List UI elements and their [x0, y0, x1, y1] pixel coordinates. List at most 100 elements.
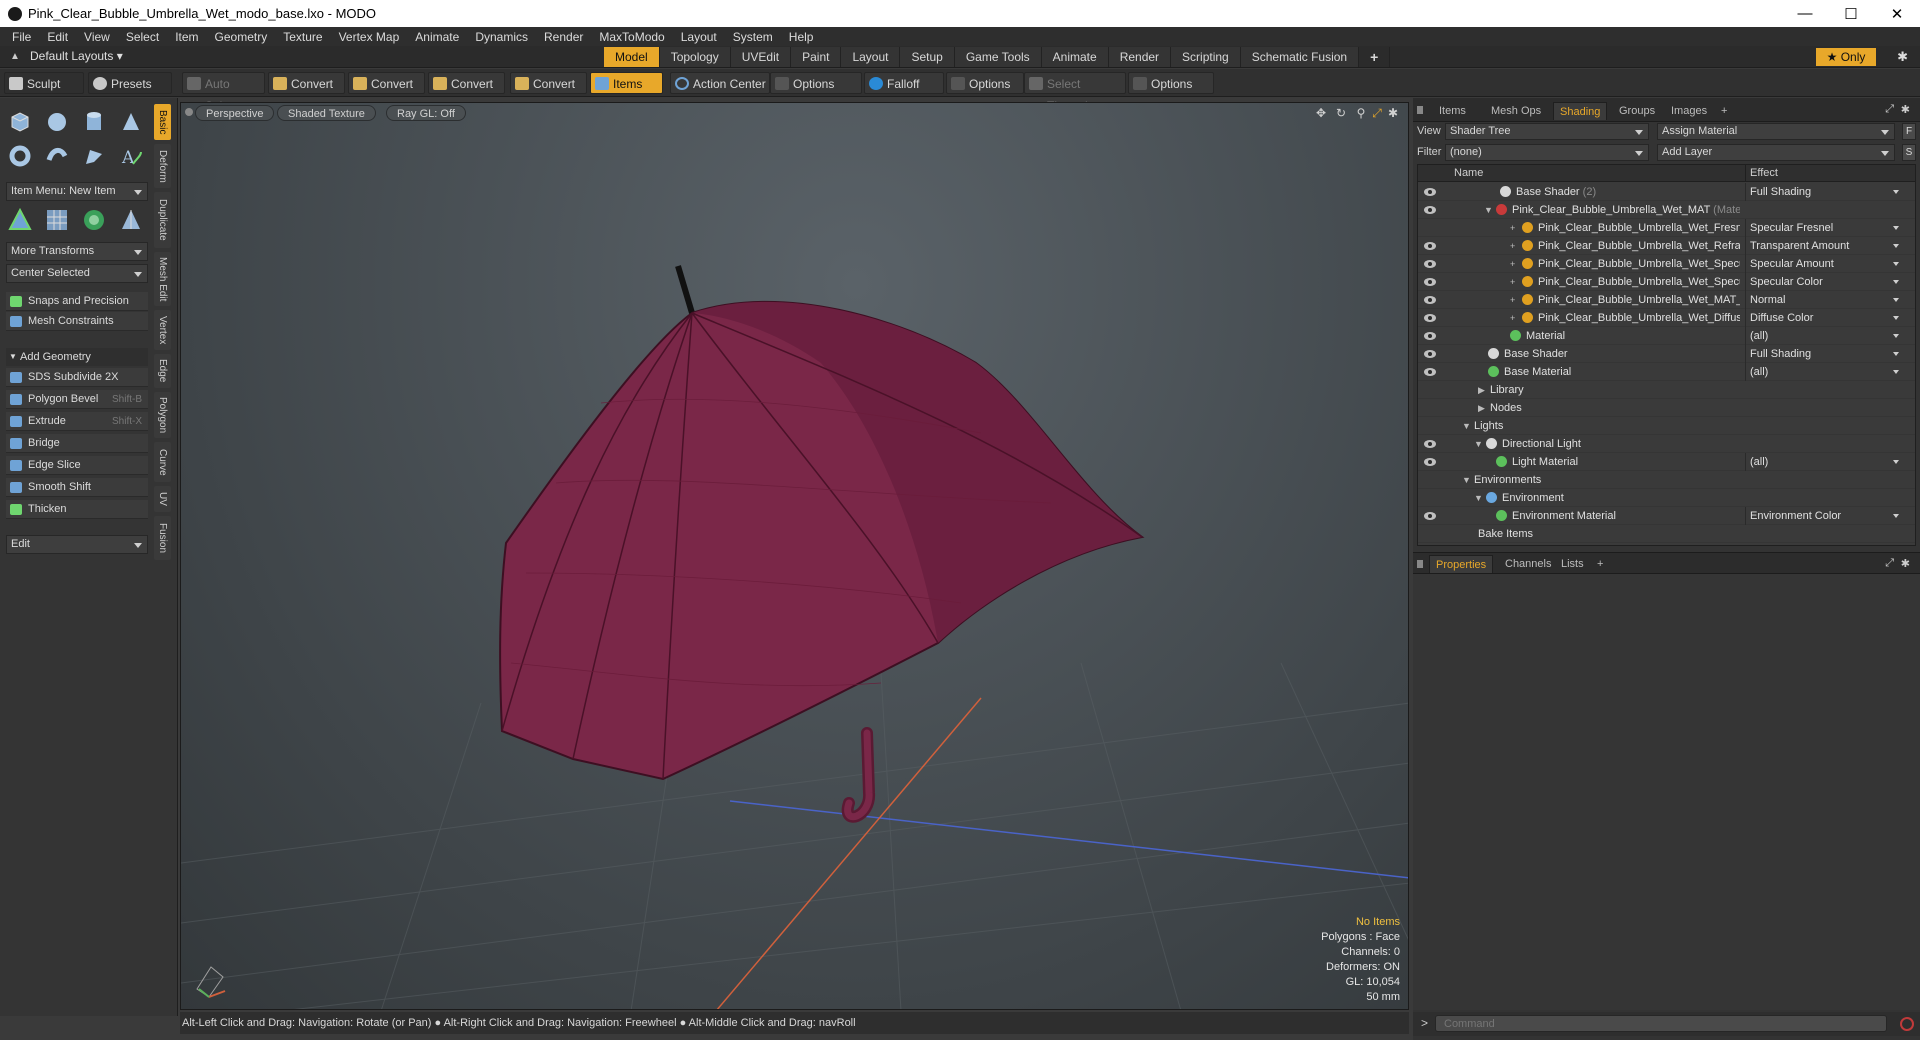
tree-row[interactable]: ▶ Library: [1418, 381, 1915, 399]
tree-row[interactable]: + Pink_Clear_Bubble_Umbrella_Wet_Specular…: [1418, 255, 1915, 273]
tree-row[interactable]: Base Material (all): [1418, 363, 1915, 381]
visibility-eye-icon[interactable]: [1424, 458, 1436, 466]
menu-layout[interactable]: Layout: [673, 30, 725, 44]
visibility-eye-icon[interactable]: [1424, 206, 1436, 214]
menu-help[interactable]: Help: [781, 30, 822, 44]
vtab-polygon[interactable]: Polygon: [154, 392, 171, 438]
tab-items[interactable]: Items: [1433, 102, 1472, 120]
convert-edges-button[interactable]: Convert: [348, 72, 425, 94]
options-button-1[interactable]: Options: [770, 72, 862, 94]
tree-row[interactable]: Light Material (all): [1418, 453, 1915, 471]
tree-row[interactable]: Base Shader (2) Full Shading: [1418, 183, 1915, 201]
visibility-eye-icon[interactable]: [1424, 512, 1436, 520]
vtab-mesh-edit[interactable]: Mesh Edit: [154, 252, 171, 306]
tab-paint[interactable]: Paint: [791, 47, 842, 67]
panel-gear-icon[interactable]: ✱: [1901, 103, 1910, 116]
edit-dropdown[interactable]: Edit: [6, 535, 148, 554]
visibility-eye-icon[interactable]: [1424, 350, 1436, 358]
tab-properties[interactable]: Properties: [1429, 555, 1494, 573]
menu-render[interactable]: Render: [536, 30, 591, 44]
grid-icon[interactable]: [41, 204, 73, 236]
mesh-constraints-button[interactable]: Mesh Constraints: [6, 312, 148, 331]
tab-animate[interactable]: Animate: [1041, 47, 1109, 67]
tab-layout[interactable]: Layout: [841, 47, 901, 67]
props-expand-icon[interactable]: ⤢: [1885, 557, 1894, 570]
sphere-icon[interactable]: [41, 106, 73, 138]
move-icon[interactable]: [4, 204, 36, 236]
panel-menu-icon[interactable]: [1417, 106, 1423, 114]
effect-dropdown[interactable]: Transparent Amount: [1745, 237, 1903, 255]
tree-row[interactable]: ▶ Nodes: [1418, 399, 1915, 417]
tab-render[interactable]: Render: [1108, 47, 1172, 67]
props-menu-icon[interactable]: [1417, 560, 1423, 568]
gear-icon[interactable]: ✱: [1897, 49, 1908, 65]
more-transforms-dropdown[interactable]: More Transforms: [6, 242, 148, 261]
tab-lists[interactable]: Lists: [1555, 555, 1590, 573]
visibility-eye-icon[interactable]: [1424, 332, 1436, 340]
edge-slice-button[interactable]: Edge Slice: [6, 456, 148, 475]
auto-select-button[interactable]: Auto Select: [182, 72, 265, 113]
visibility-eye-icon[interactable]: [1424, 278, 1436, 286]
globe-icon[interactable]: [78, 204, 110, 236]
viewport-settings-icon[interactable]: ✱: [1386, 106, 1400, 120]
record-icon[interactable]: [1900, 1017, 1914, 1031]
tab-shading[interactable]: Shading: [1553, 102, 1608, 120]
tab-model[interactable]: Model: [604, 47, 660, 67]
vtab-basic[interactable]: Basic: [154, 104, 171, 140]
tab-mesh-ops[interactable]: Mesh Ops: [1485, 102, 1547, 120]
vtab-deform[interactable]: Deform: [154, 144, 171, 188]
tree-row[interactable]: Bake Items: [1418, 525, 1915, 543]
s-button[interactable]: S: [1902, 144, 1916, 161]
cone-icon[interactable]: [115, 106, 147, 138]
add-panel-tab[interactable]: +: [1715, 102, 1733, 120]
add-tab-button[interactable]: +: [1359, 47, 1391, 67]
pan-icon[interactable]: ✥: [1314, 106, 1328, 120]
cube-icon[interactable]: [4, 106, 36, 138]
tab-schematic-fusion[interactable]: Schematic Fusion: [1240, 47, 1360, 67]
view-dropdown[interactable]: Shader Tree: [1445, 123, 1649, 140]
tab-uvedit[interactable]: UVEdit: [730, 47, 792, 67]
vtab-vertex[interactable]: Vertex: [154, 310, 171, 350]
filter-dropdown[interactable]: (none): [1445, 144, 1649, 161]
assign-material-dropdown[interactable]: Assign Material: [1657, 123, 1895, 140]
visibility-eye-icon[interactable]: [1424, 188, 1436, 196]
expand-toggle-icon[interactable]: ▼: [1474, 435, 1483, 453]
pyramid-icon[interactable]: [115, 204, 147, 236]
tab-game-tools[interactable]: Game Tools: [954, 47, 1042, 67]
perspective-toggle[interactable]: Perspective: [195, 105, 275, 121]
convert-vertices-button[interactable]: Convert: [268, 72, 345, 94]
expand-toggle-icon[interactable]: ▼: [1474, 489, 1483, 507]
ray-gl-toggle[interactable]: Ray GL: Off: [386, 105, 466, 121]
select-through-button[interactable]: Select Through: [1024, 72, 1126, 113]
effect-dropdown[interactable]: Full Shading: [1745, 345, 1903, 363]
props-gear-icon[interactable]: ✱: [1901, 557, 1910, 570]
torus-icon[interactable]: [4, 140, 36, 172]
action-center-button[interactable]: Action Center: [670, 72, 770, 94]
options-button-3[interactable]: Options: [1128, 72, 1214, 94]
expand-toggle-icon[interactable]: ▶: [1478, 399, 1486, 417]
falloff-button[interactable]: Falloff: [864, 72, 944, 94]
zoom-icon[interactable]: ⚲: [1354, 106, 1368, 120]
visibility-eye-icon[interactable]: [1424, 296, 1436, 304]
maximize-button[interactable]: ☐: [1828, 0, 1874, 27]
tab-scripting[interactable]: Scripting: [1171, 47, 1241, 67]
vtab-curve[interactable]: Curve: [154, 442, 171, 482]
menu-texture[interactable]: Texture: [275, 30, 330, 44]
sds-subdivide-button[interactable]: SDS Subdivide 2X: [6, 368, 148, 387]
effect-dropdown[interactable]: (all): [1745, 453, 1903, 471]
tree-row[interactable]: + Pink_Clear_Bubble_Umbrella_Wet_Diffuse …: [1418, 309, 1915, 327]
tree-row[interactable]: + Pink_Clear_Bubble_Umbrella_Wet_Specular…: [1418, 273, 1915, 291]
effect-dropdown[interactable]: Specular Color: [1745, 273, 1903, 291]
vtab-uv[interactable]: UV: [154, 486, 171, 512]
menu-item[interactable]: Item: [167, 30, 206, 44]
name-column-header[interactable]: Name: [1454, 165, 1483, 182]
expand-toggle-icon[interactable]: +: [1510, 291, 1518, 309]
add-geometry-section[interactable]: ▼ Add Geometry: [6, 348, 148, 366]
visibility-eye-icon[interactable]: [1424, 314, 1436, 322]
polygon-bevel-button[interactable]: Polygon Bevel Shift-B: [6, 390, 148, 409]
fit-icon[interactable]: ⤢: [1370, 106, 1384, 120]
3d-viewport[interactable]: Perspective Shaded Texture Ray GL: Off ✥…: [180, 102, 1409, 1010]
tree-row[interactable]: Base Shader Full Shading: [1418, 345, 1915, 363]
text-tool-icon[interactable]: A: [115, 140, 147, 172]
effect-dropdown[interactable]: Specular Amount: [1745, 255, 1903, 273]
